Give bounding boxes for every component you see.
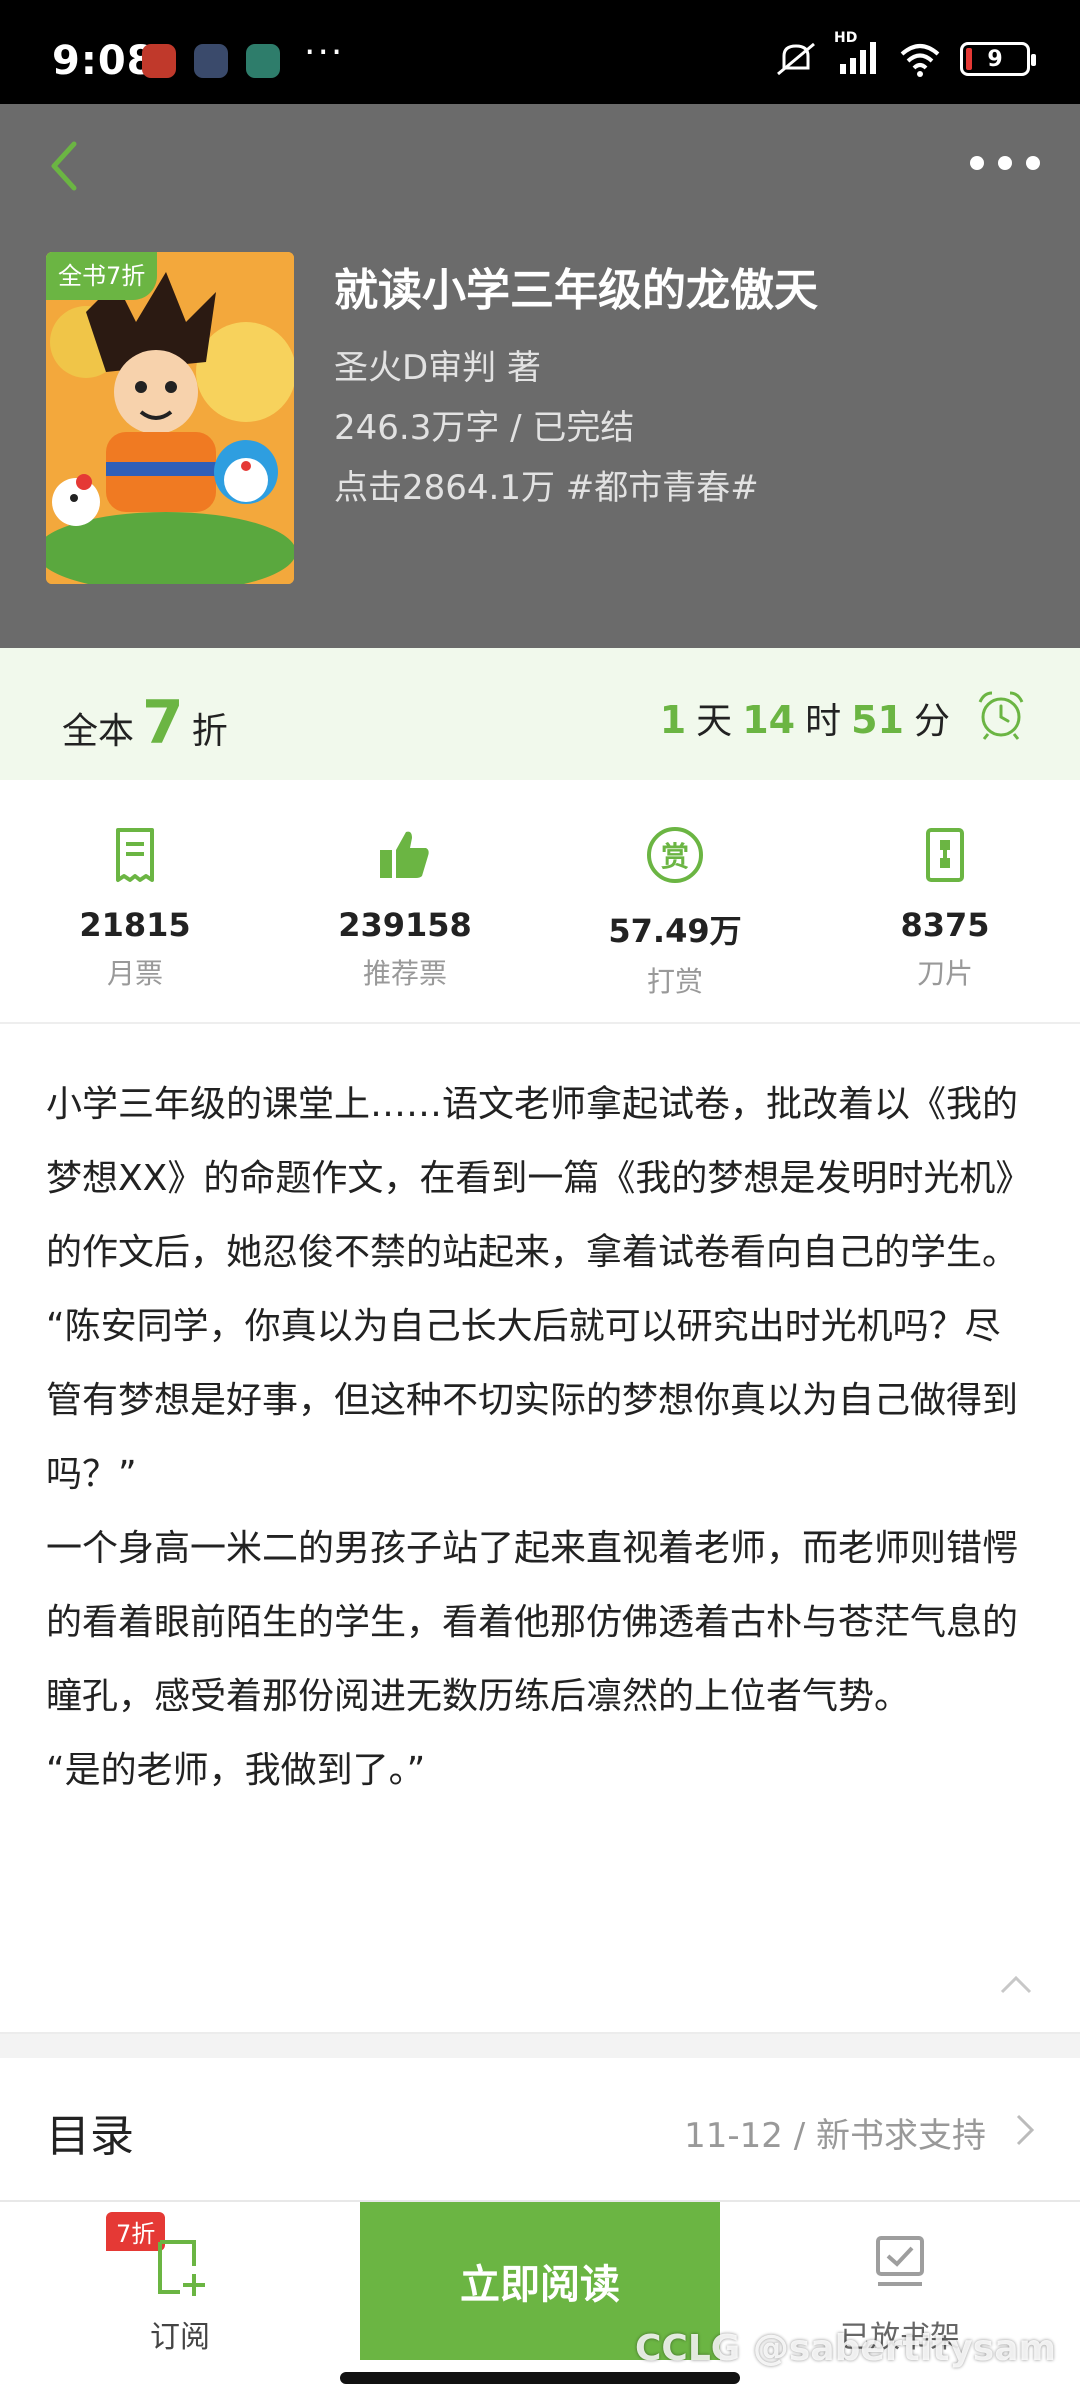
- stat-reward[interactable]: 赏 57.49万 打赏: [540, 780, 810, 1020]
- signal-group: HD: [834, 30, 880, 80]
- alarm-clock-icon: [978, 691, 1024, 740]
- cover-discount-badge: 全书7折: [46, 252, 158, 300]
- catalog-title: 目录: [46, 2111, 134, 2162]
- system-indicators: HD 9: [774, 30, 1036, 80]
- blade-icon: [926, 828, 964, 882]
- section-divider: [0, 2032, 1080, 2058]
- book-intro[interactable]: 小学三年级的课堂上……语文老师拿起试卷，批改着以《我的梦想XX》的命题作文，在看…: [46, 1068, 1036, 1808]
- subscribe-icon: [158, 2240, 205, 2296]
- stat-value: 21815: [79, 906, 191, 944]
- countdown-days: 1: [659, 698, 687, 742]
- app-notification-icon: [246, 44, 280, 78]
- discount-label: 全本 7 折: [62, 688, 228, 758]
- divider: [0, 1022, 1080, 1024]
- reward-icon: 赏: [647, 827, 703, 883]
- wifi-icon: [900, 44, 940, 77]
- back-icon[interactable]: [40, 136, 90, 196]
- chevron-right-icon: [1016, 2114, 1035, 2146]
- status-bar: 9:08 ··· HD 9: [0, 0, 1080, 104]
- book-word-count-status: 246.3万字 / 已完结: [334, 408, 635, 448]
- stat-recommend-ticket[interactable]: 239158 推荐票: [270, 780, 540, 1020]
- stat-label: 刀片: [916, 957, 973, 990]
- countdown-hours: 14: [742, 698, 796, 742]
- bookshelf-check-icon: [876, 2236, 924, 2286]
- stat-value: 8375: [900, 906, 990, 944]
- svg-text:赏: 赏: [661, 840, 689, 873]
- stat-monthly-ticket[interactable]: 21815 月票: [0, 780, 270, 1020]
- stat-blade[interactable]: 8375 刀片: [810, 780, 1080, 1020]
- book-author[interactable]: 圣火D审判 著: [334, 340, 541, 389]
- app-notification-icon: [142, 44, 176, 78]
- book-header: 全书7折 就读小学三年级的龙傲天 圣火D审判 著 246.3万字 / 已完结 点…: [0, 104, 1080, 648]
- catalog-row[interactable]: 目录 11-12 / 新书求支持: [0, 2058, 1080, 2198]
- intro-paragraph: 一个身高一米二的男孩子站了起来直视着老师，而老师则错愕的看着眼前陌生的学生，看着…: [46, 1528, 1019, 1717]
- monthly-ticket-icon: [116, 828, 154, 882]
- notification-icons: [142, 44, 280, 78]
- app-notification-icon: [194, 44, 228, 78]
- mute-icon: [777, 42, 815, 76]
- catalog-latest-chapter: 11-12 / 新书求支持: [684, 2116, 986, 2156]
- watermark: CCLG @sabertitysam: [635, 2328, 1056, 2369]
- book-cover[interactable]: 全书7折: [46, 252, 294, 584]
- stat-label: 打赏: [646, 965, 703, 998]
- countdown-days-unit: 天: [696, 701, 733, 742]
- network-type-label: HD: [834, 30, 858, 46]
- home-indicator[interactable]: [340, 2372, 740, 2384]
- discount-suffix: 折: [191, 711, 228, 752]
- countdown-minutes: 51: [851, 698, 904, 742]
- stat-value: 239158: [338, 906, 472, 944]
- countdown-minutes-unit: 分: [913, 701, 950, 742]
- intro-paragraph: “是的老师，我做到了。”: [46, 1750, 426, 1791]
- discount-prefix: 全本: [62, 711, 135, 752]
- countdown-hours-unit: 时: [805, 701, 842, 742]
- stat-label: 推荐票: [362, 957, 447, 990]
- stat-label: 月票: [106, 957, 163, 990]
- more-notifications-icon: ···: [304, 32, 345, 73]
- collapse-chevron-up-icon[interactable]: [998, 1972, 1034, 1996]
- battery-icon: 9: [960, 42, 1036, 76]
- more-options-icon[interactable]: [970, 148, 1040, 178]
- book-title: 就读小学三年级的龙傲天: [334, 265, 818, 316]
- discount-countdown: 1 天 14 时 51 分: [660, 692, 950, 744]
- intro-paragraph: “陈安同学，你真以为自己长大后就可以研究出时光机吗？尽管有梦想是好事，但这种不切…: [46, 1306, 1019, 1495]
- subscribe-label: 订阅: [150, 2320, 210, 2355]
- status-time: 9:08: [52, 38, 156, 84]
- battery-level: [966, 48, 972, 70]
- book-clicks-tag: 点击2864.1万 #都市青春#: [334, 468, 759, 508]
- thumbs-up-icon: [380, 831, 429, 878]
- book-stats: 21815 月票 239158 推荐票 赏 57.49万 打赏 8375 刀片: [0, 780, 1080, 1020]
- cover-illustration: [46, 252, 294, 584]
- discount-value: 7: [142, 688, 184, 758]
- battery-percent: 9: [987, 46, 1003, 72]
- subscribe-button[interactable]: 7折 订阅: [0, 2202, 360, 2360]
- intro-paragraph: 小学三年级的课堂上……语文老师拿起试卷，批改着以《我的梦想XX》的命题作文，在看…: [46, 1084, 1032, 1273]
- stat-value: 57.49万: [608, 912, 742, 950]
- discount-banner: 全本 7 折 1 天 14 时 51 分: [0, 648, 1080, 780]
